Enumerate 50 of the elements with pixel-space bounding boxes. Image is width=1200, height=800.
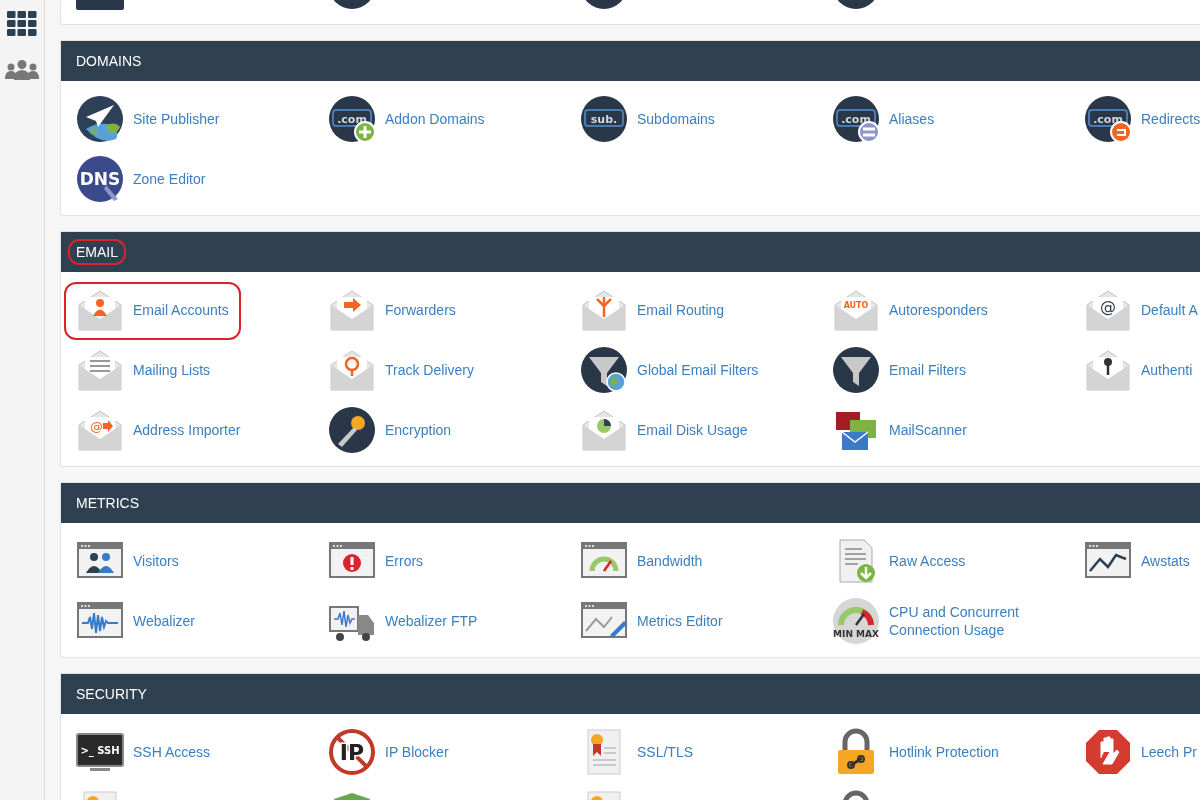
tool-link[interactable]: @ Address Importer	[64, 402, 253, 460]
users-icon[interactable]	[4, 59, 40, 81]
domain-plus-icon: .com	[328, 95, 376, 143]
tool-link[interactable]: Metrics Editor	[568, 593, 735, 651]
subdomain-icon: sub.	[580, 95, 628, 143]
paper-plane-icon	[76, 95, 124, 143]
tool-link[interactable]: sub. Subdomains	[568, 91, 727, 149]
tool-link[interactable]: Email Disk Usage	[568, 402, 760, 460]
tool-link[interactable]: .com Aliases	[820, 91, 947, 149]
tool-link[interactable]: Email Filters	[820, 342, 978, 400]
section-title[interactable]: SECURITY	[68, 681, 155, 707]
dns-icon: DNS	[76, 155, 124, 203]
tool-link[interactable]: Mailing Lists	[64, 342, 223, 400]
tool-link[interactable]: Errors	[316, 533, 436, 591]
apps-grid-icon[interactable]	[7, 11, 37, 37]
tool-link[interactable]: Webalizer FTP	[316, 593, 490, 651]
tool-link[interactable]: Global Email Filters	[568, 342, 771, 400]
tool-link[interactable]: >_ SSH SSH Access	[64, 724, 223, 782]
gauge-icon: MIN MAX	[832, 597, 880, 645]
section-title[interactable]: DOMAINS	[68, 48, 150, 74]
domain-redirect-icon: .com	[1084, 95, 1132, 143]
section-title[interactable]: EMAIL	[68, 239, 126, 265]
stop-hand-icon	[1084, 728, 1132, 776]
tool-link[interactable]: Track Delivery	[316, 342, 486, 400]
key-icon	[328, 406, 376, 454]
domain-equals-icon: .com	[832, 95, 880, 143]
tool-link[interactable]: .com Addon Domains	[316, 91, 497, 149]
tool-link[interactable]: Authenti	[1072, 342, 1200, 400]
tool-link[interactable]: Visitors	[64, 533, 191, 591]
tool-link[interactable]: Encryption	[316, 402, 464, 460]
tool-link[interactable]: Bandwidth	[568, 533, 715, 591]
tool-link[interactable]: Site Publisher	[64, 91, 232, 149]
tool-link[interactable]: Awstats	[1072, 533, 1200, 591]
tool-link[interactable]: AUTO Autoresponders	[820, 282, 1000, 340]
tool-link[interactable]: DNS Zone Editor	[64, 151, 218, 209]
tool-link[interactable]: MIN MAX CPU and Concurrent Connection Usage	[820, 593, 1071, 651]
tool-link[interactable]: Email Routing	[568, 282, 737, 340]
tool-link[interactable]: MailScanner	[820, 402, 979, 460]
tool-link[interactable]: Webalizer	[64, 593, 207, 651]
tool-link[interactable]: @ Default A	[1072, 282, 1200, 340]
tool-link[interactable]: Forwarders	[316, 282, 468, 340]
tool-link[interactable]: SSL/TLS	[568, 724, 706, 782]
section-title[interactable]: METRICS	[68, 490, 147, 516]
tool-link[interactable]: Raw Access	[820, 533, 978, 591]
funnel-globe-icon	[580, 346, 628, 394]
tool-link[interactable]: Email Accounts	[64, 282, 241, 340]
funnel-icon	[832, 346, 880, 394]
tool-link[interactable]: .com Redirects	[1072, 91, 1200, 149]
tool-link[interactable]: Leech Pr	[1072, 724, 1200, 782]
tool-link[interactable]: Hotlink Protection	[820, 724, 1011, 782]
